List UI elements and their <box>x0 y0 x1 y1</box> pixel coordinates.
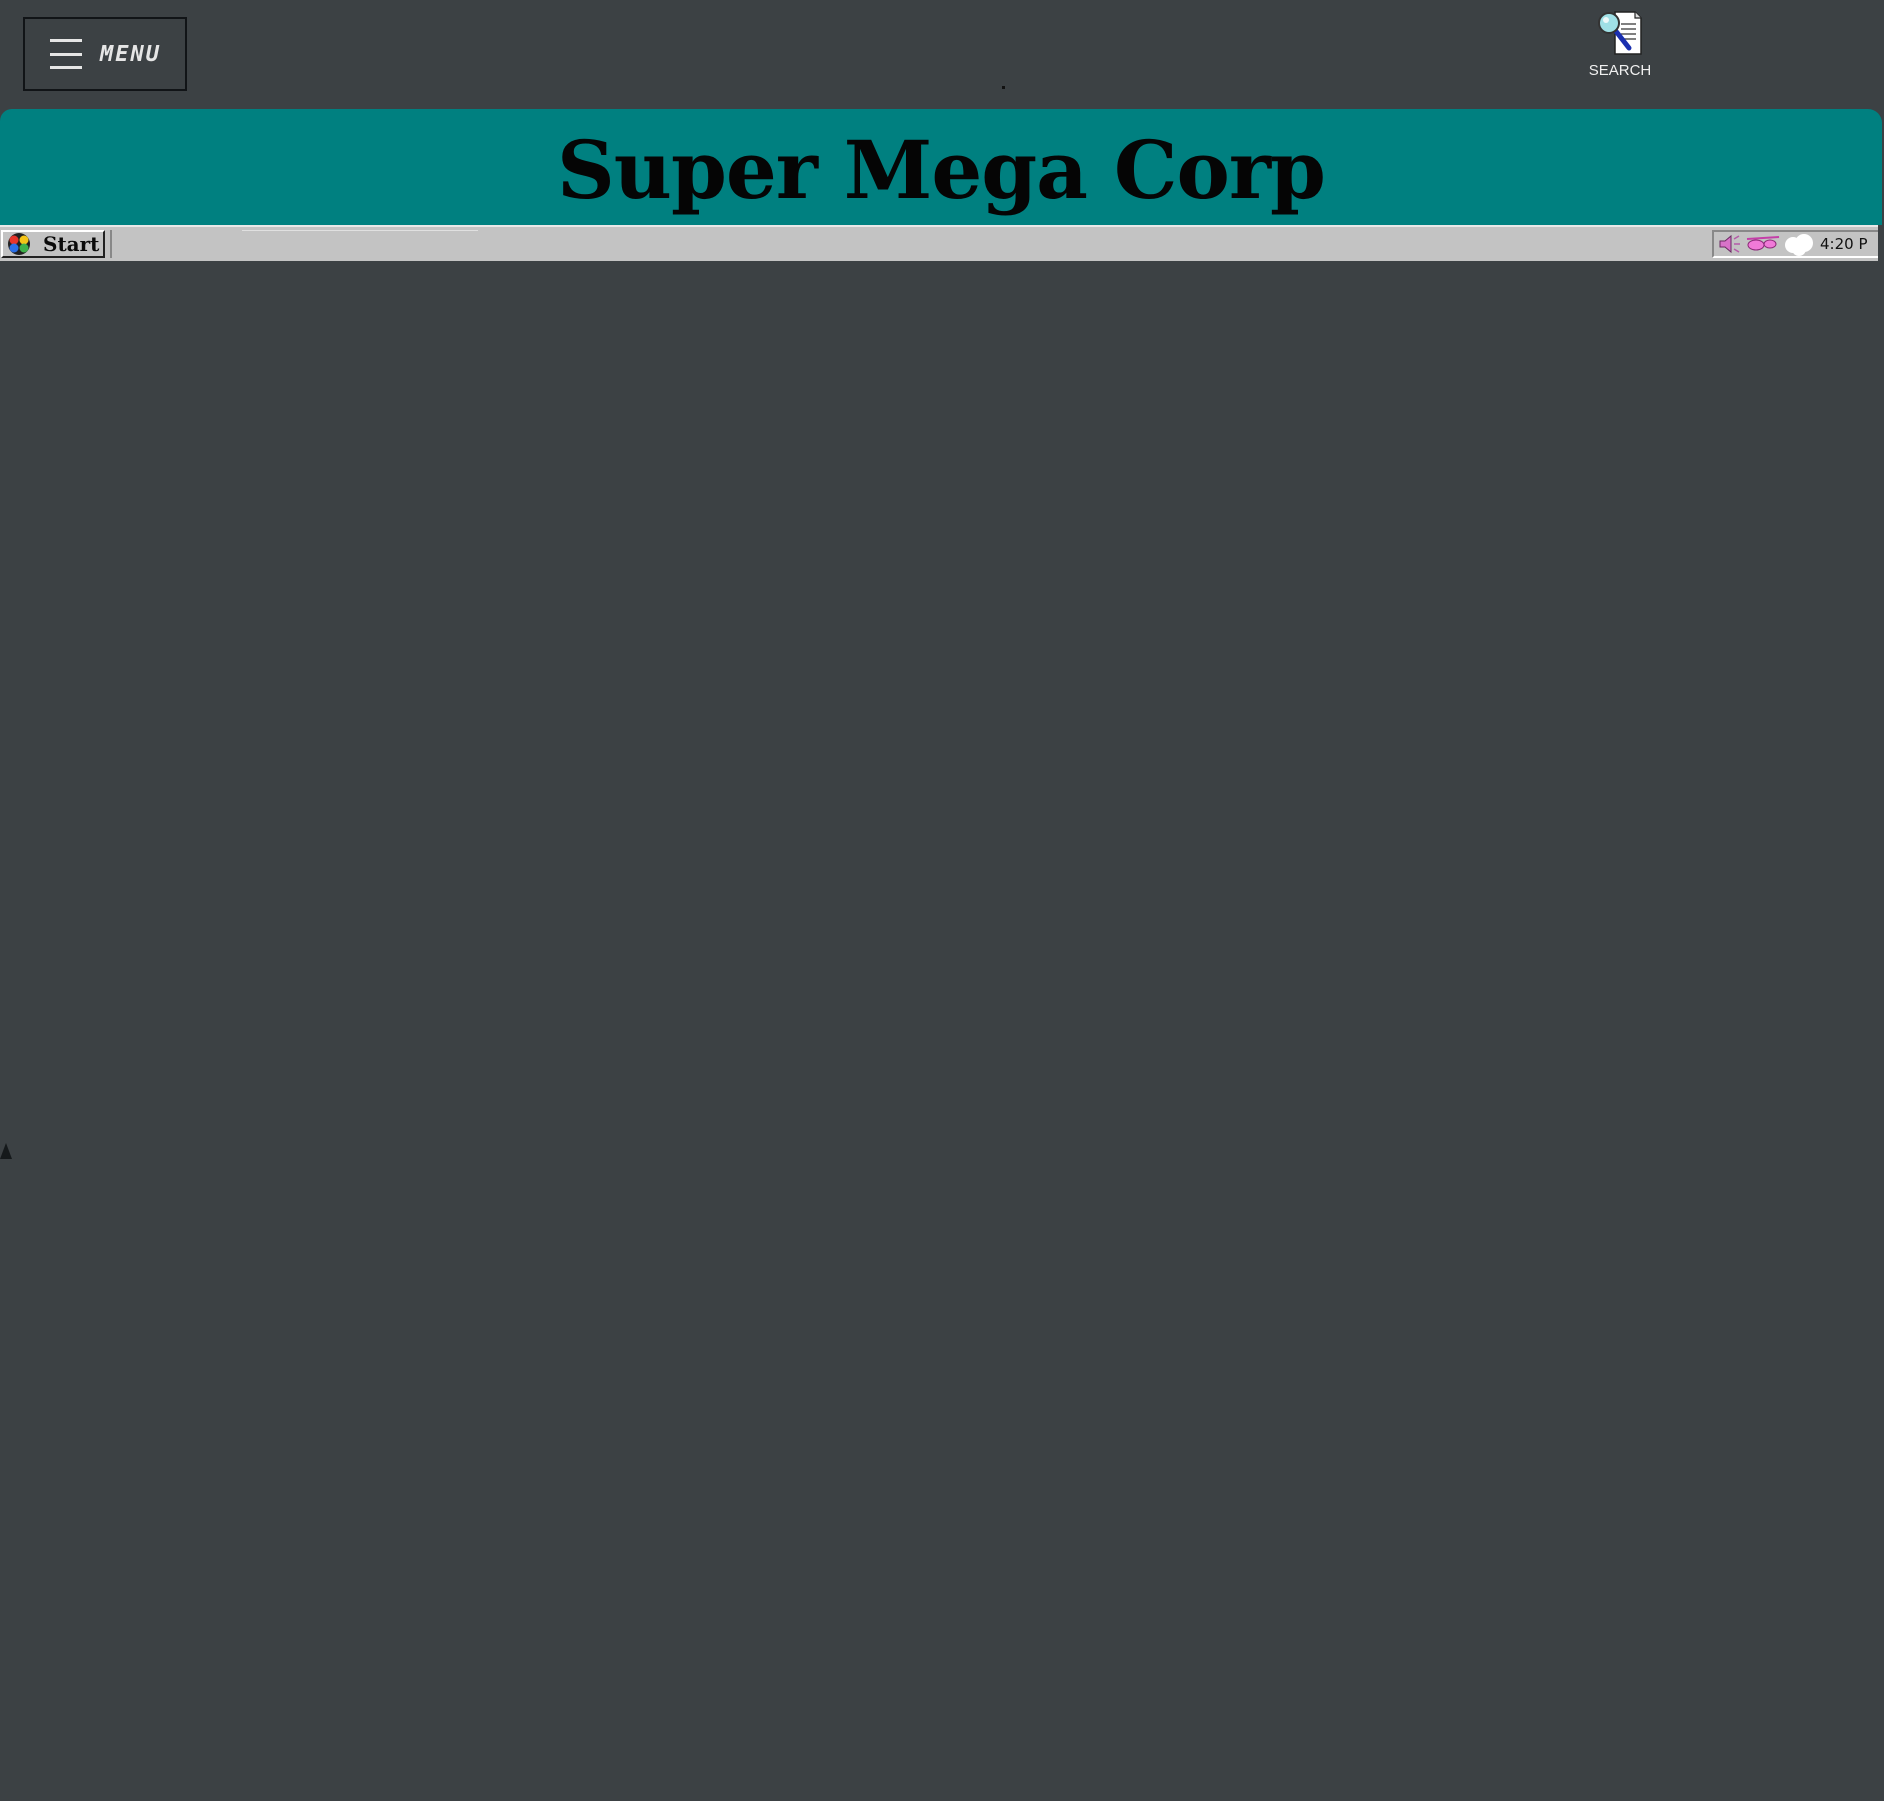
task-area <box>110 230 1712 258</box>
task-area-highlight <box>242 230 478 231</box>
menu-button[interactable]: MENU <box>23 17 187 91</box>
header-banner: Super Mega Corp <box>0 109 1882 225</box>
speaker-icon[interactable] <box>1718 233 1742 255</box>
search-shortcut[interactable]: SEARCH <box>1580 8 1660 88</box>
search-label: SEARCH <box>1588 62 1652 79</box>
start-button[interactable]: Start <box>1 230 105 258</box>
system-tray: 4:20 PM <box>1712 230 1878 258</box>
start-label: Start <box>43 232 100 256</box>
site-title: Super Mega Corp <box>557 123 1326 217</box>
windows-logo-icon <box>8 233 30 255</box>
clock[interactable]: 4:20 PM <box>1820 235 1868 253</box>
corner-marker <box>0 1143 12 1159</box>
taskbar: Start 4:20 PM <box>0 225 1878 261</box>
stray-pixel <box>1002 86 1005 89</box>
sunglasses-icon[interactable] <box>1746 233 1780 255</box>
search-document-icon <box>1598 11 1642 55</box>
cloud-icon[interactable] <box>1784 231 1814 257</box>
hamburger-icon <box>50 39 82 69</box>
menu-label: MENU <box>100 41 161 67</box>
